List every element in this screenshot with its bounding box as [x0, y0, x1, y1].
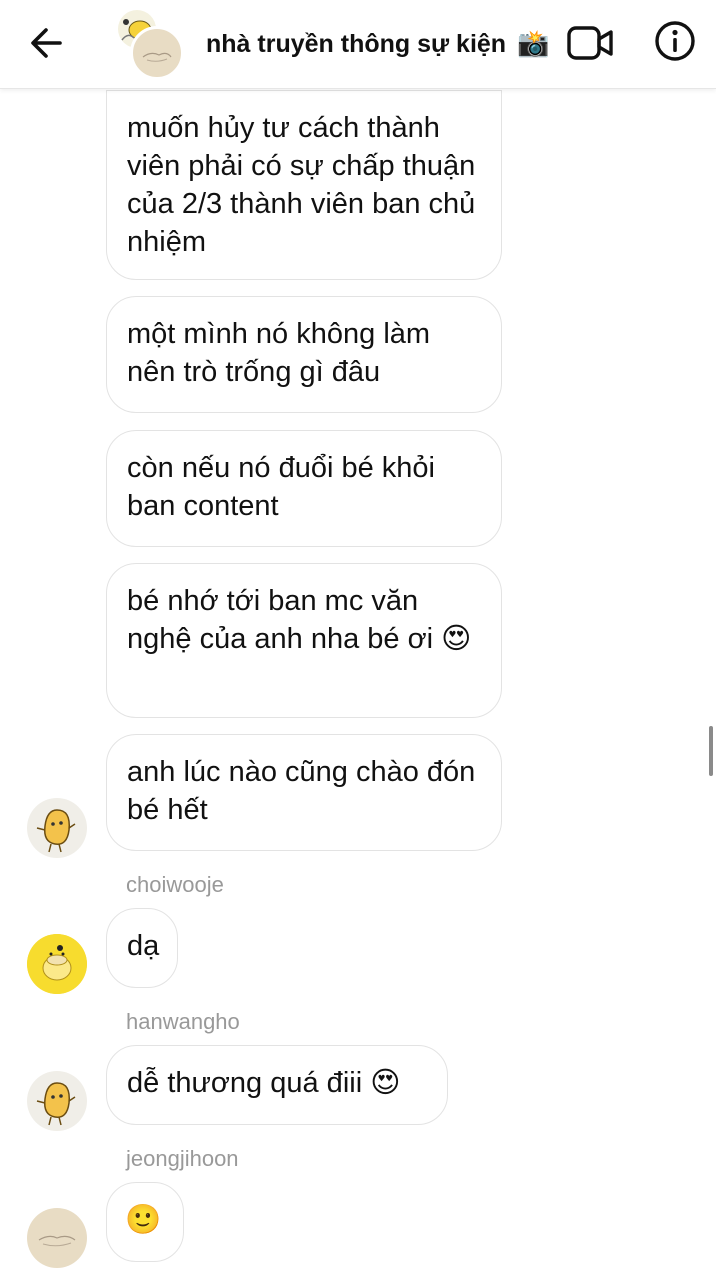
message-bubble[interactable]: một mình nó không làm nên trò trống gì đ… — [106, 296, 502, 413]
message-text: bé nhớ tới ban mc văn nghệ của anh nha b… — [127, 585, 434, 655]
back-arrow-icon — [31, 28, 62, 58]
info-icon — [655, 21, 695, 61]
message-text: anh lúc nào cũng chào đón bé hết — [127, 756, 476, 826]
camera-emoji: 📸 — [517, 28, 550, 58]
message-bubble[interactable]: 🙂 — [106, 1182, 184, 1262]
group-avatar[interactable] — [114, 10, 184, 80]
message-text: dễ thương quá điii — [127, 1067, 363, 1099]
heart-eyes-emoji: 😍 — [441, 623, 472, 655]
chat-title[interactable]: nhà truyền thông sự kiện 📸 — [206, 28, 549, 59]
message-bubble[interactable]: bé nhớ tới ban mc văn nghệ của anh nha b… — [106, 563, 502, 718]
group-avatar-front — [130, 26, 184, 80]
message-text: còn nếu nó đuổi bé khỏi ban content — [127, 452, 435, 522]
sketch-icon — [38, 1235, 76, 1247]
info-button[interactable] — [652, 18, 698, 64]
psyduck-icon — [27, 934, 87, 994]
heart-eyes-emoji: 😍 — [370, 1067, 401, 1099]
message-bubble[interactable]: còn nếu nó đuổi bé khỏi ban content — [106, 430, 502, 547]
potato-icon — [36, 1082, 76, 1126]
potato-avatar[interactable] — [27, 1071, 87, 1131]
psyduck-avatar[interactable] — [27, 934, 87, 994]
message-text: dạ — [127, 930, 160, 962]
message-bubble[interactable]: muốn hủy tư cách thành viên phải có sự c… — [106, 90, 502, 280]
message-text: muốn hủy tư cách thành viên phải có sự c… — [127, 112, 476, 258]
cream-avatar[interactable] — [27, 1208, 87, 1268]
message-bubble[interactable]: dạ — [106, 908, 178, 988]
sender-name: choiwooje — [126, 872, 224, 897]
video-call-button[interactable] — [566, 22, 616, 64]
chat-header: nhà truyền thông sự kiện 📸 — [0, 0, 716, 89]
message-text: một mình nó không làm nên trò trống gì đ… — [127, 318, 431, 388]
message-bubble[interactable]: dễ thương quá điii 😍 — [106, 1045, 448, 1125]
potato-avatar[interactable] — [27, 798, 87, 858]
potato-icon — [36, 809, 76, 853]
sender-name: jeongjihoon — [126, 1146, 239, 1171]
sender-name: hanwangho — [126, 1009, 240, 1034]
video-call-icon — [567, 26, 613, 60]
smile-emoji: 🙂 — [125, 1204, 162, 1236]
scrollbar[interactable] — [709, 726, 713, 776]
back-button[interactable] — [26, 22, 68, 64]
message-bubble[interactable]: anh lúc nào cũng chào đón bé hết — [106, 734, 502, 851]
chat-title-text: nhà truyền thông sự kiện — [206, 30, 507, 58]
